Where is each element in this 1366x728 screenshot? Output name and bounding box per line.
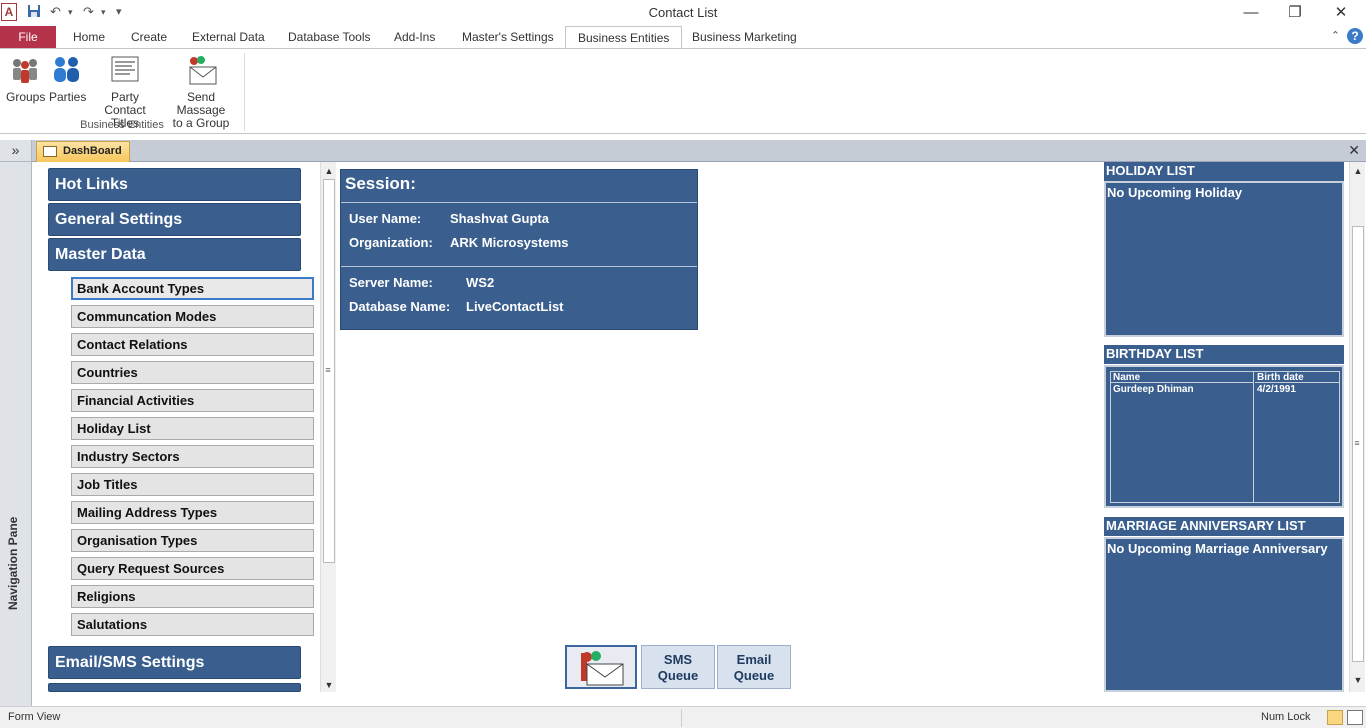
tab-database-tools[interactable]: Database Tools xyxy=(288,26,371,48)
menu-item-bank-account-types[interactable]: Bank Account Types xyxy=(71,277,314,300)
menu-item-communcation-modes[interactable]: Communcation Modes xyxy=(71,305,314,328)
help-icon[interactable]: ? xyxy=(1347,28,1363,44)
form-view-icon[interactable] xyxy=(1327,710,1343,725)
menu-item-query-request-sources[interactable]: Query Request Sources xyxy=(71,557,314,580)
send-message-icon xyxy=(184,53,218,87)
holiday-list-box[interactable]: No Upcoming Holiday xyxy=(1104,181,1344,337)
scroll-up-arrow-icon[interactable]: ▲ xyxy=(323,165,335,177)
close-button[interactable]: ✕ xyxy=(1326,3,1356,23)
scroll-down-arrow-icon[interactable]: ▼ xyxy=(323,679,335,691)
server-name-label: Server Name: xyxy=(349,275,433,290)
organization-value: ARK Microsystems xyxy=(450,235,569,250)
menu-item-contact-relations[interactable]: Contact Relations xyxy=(71,333,314,356)
parties-icon xyxy=(50,53,84,87)
birthday-list-box[interactable]: Name Birth date Gurdeep Dhiman 4/2/1991 xyxy=(1104,365,1344,508)
tab-home[interactable]: Home xyxy=(73,26,105,48)
holiday-list-title: HOLIDAY LIST xyxy=(1104,162,1344,181)
birthday-date-header: Birth date xyxy=(1255,372,1339,383)
menu-item-mailing-address-types[interactable]: Mailing Address Types xyxy=(71,501,314,524)
anniversary-list-title: MARRIAGE ANNIVERSARY LIST xyxy=(1104,517,1344,536)
menu-item-industry-sectors[interactable]: Industry Sectors xyxy=(71,445,314,468)
anniversary-list-box[interactable]: No Upcoming Marriage Anniversary xyxy=(1104,537,1344,692)
restore-button[interactable]: ❐ xyxy=(1280,3,1310,23)
session-panel: Session: User Name: Shashvat Gupta Organ… xyxy=(340,169,698,330)
scroll-grip-icon: ≡ xyxy=(325,365,331,375)
session-divider xyxy=(341,266,697,267)
menu-next-section[interactable] xyxy=(48,683,301,692)
menu-scrollbar[interactable]: ▲ ≡ ▼ xyxy=(320,162,336,692)
ribbon-group-label: Business Entities xyxy=(80,119,164,131)
expand-navigation-button[interactable]: » xyxy=(0,140,31,162)
tab-add-ins[interactable]: Add-Ins xyxy=(394,26,435,48)
status-bar: Form View Num Lock xyxy=(0,706,1366,728)
menu-hot-links[interactable]: Hot Links xyxy=(48,168,301,201)
navigation-pane-label: Navigation Pane xyxy=(6,516,20,610)
party-contact-titles-icon xyxy=(108,53,142,87)
menu-panel: Hot Links General Settings Master Data B… xyxy=(32,162,337,692)
session-title: Session: xyxy=(345,174,416,193)
menu-general-settings[interactable]: General Settings xyxy=(48,203,301,236)
tab-dashboard[interactable]: DashBoard xyxy=(36,141,130,162)
user-name-label: User Name: xyxy=(349,211,422,226)
tab-external-data[interactable]: External Data xyxy=(192,26,265,48)
session-divider xyxy=(341,202,697,203)
menu-item-job-titles[interactable]: Job Titles xyxy=(71,473,314,496)
title-bar: A ↶ ▾ ↷ ▾ ▾ Contact List — ❐ ✕ xyxy=(0,0,1366,26)
server-name-value: WS2 xyxy=(466,275,495,290)
groups-icon xyxy=(8,53,42,87)
tab-file[interactable]: File xyxy=(0,26,56,48)
birthday-row-date[interactable]: 4/2/1991 xyxy=(1255,384,1296,395)
collapse-ribbon-icon[interactable]: ⌃ xyxy=(1331,29,1340,42)
window-title: Contact List xyxy=(648,5,718,20)
menu-item-salutations[interactable]: Salutations xyxy=(71,613,314,636)
menu-master-data[interactable]: Master Data xyxy=(48,238,301,271)
scroll-down-arrow-icon[interactable]: ▼ xyxy=(1352,674,1364,686)
dashboard-form: Hot Links General Settings Master Data B… xyxy=(32,162,1366,706)
database-name-label: Database Name: xyxy=(349,299,451,314)
tab-masters-settings[interactable]: Master's Settings xyxy=(462,26,554,48)
tab-create[interactable]: Create xyxy=(131,26,167,48)
status-separator xyxy=(681,709,682,727)
menu-item-financial-activities[interactable]: Financial Activities xyxy=(71,389,314,412)
anniversary-list-message: No Upcoming Marriage Anniversary xyxy=(1107,541,1328,556)
database-name-value: LiveContactList xyxy=(466,299,564,314)
form-scrollbar[interactable]: ▲ ≡ ▼ xyxy=(1349,162,1365,692)
sms-queue-button[interactable]: SMS Queue xyxy=(641,645,715,689)
organization-label: Organization: xyxy=(349,235,433,250)
minimize-button[interactable]: — xyxy=(1236,3,1266,23)
birthday-name-header: Name xyxy=(1111,372,1254,383)
groups-button[interactable]: Groups xyxy=(6,53,45,104)
birthday-list-grid: Name Birth date Gurdeep Dhiman 4/2/1991 xyxy=(1110,371,1340,503)
user-name-value: Shashvat Gupta xyxy=(450,211,549,226)
navigation-pane[interactable]: » Navigation Pane xyxy=(0,140,32,706)
menu-item-organisation-types[interactable]: Organisation Types xyxy=(71,529,314,552)
birthday-row-name[interactable]: Gurdeep Dhiman xyxy=(1111,384,1194,395)
holiday-list-message: No Upcoming Holiday xyxy=(1107,185,1243,200)
form-icon xyxy=(43,146,57,157)
status-view-mode: Form View xyxy=(8,711,61,723)
document-tab-strip: DashBoard ✕ xyxy=(32,140,1366,162)
send-message-button[interactable] xyxy=(565,645,637,689)
menu-item-countries[interactable]: Countries xyxy=(71,361,314,384)
ribbon-tab-row: File Home Create External Data Database … xyxy=(0,26,1366,49)
menu-email-sms-settings[interactable]: Email/SMS Settings xyxy=(48,646,301,679)
email-queue-button[interactable]: Email Queue xyxy=(717,645,791,689)
close-document-button[interactable]: ✕ xyxy=(1348,142,1360,159)
ribbon: Groups Parties Party Contact Titles Send… xyxy=(0,48,1366,134)
tab-business-marketing[interactable]: Business Marketing xyxy=(692,26,797,48)
ribbon-group-separator xyxy=(244,53,245,131)
birthday-list-title: BIRTHDAY LIST xyxy=(1104,345,1344,364)
menu-item-religions[interactable]: Religions xyxy=(71,585,314,608)
tab-business-entities[interactable]: Business Entities xyxy=(565,26,683,49)
scroll-up-arrow-icon[interactable]: ▲ xyxy=(1352,165,1364,177)
num-lock-indicator: Num Lock xyxy=(1261,711,1311,723)
design-view-icon[interactable] xyxy=(1347,710,1363,725)
scroll-grip-icon: ≡ xyxy=(1354,438,1360,448)
send-message-icon xyxy=(581,651,624,686)
parties-button[interactable]: Parties xyxy=(49,53,86,104)
menu-item-holiday-list[interactable]: Holiday List xyxy=(71,417,314,440)
